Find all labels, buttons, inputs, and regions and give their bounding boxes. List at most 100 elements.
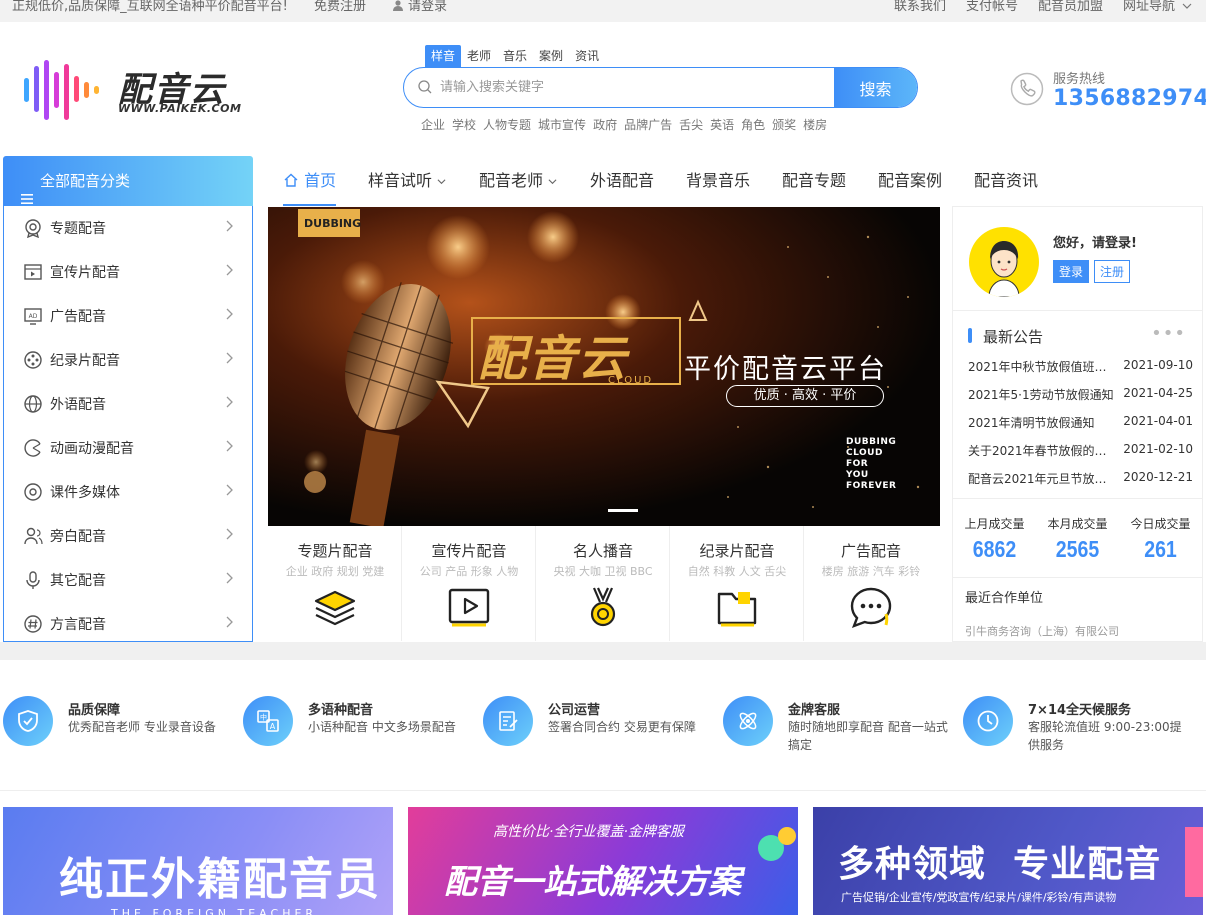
banner-brand: 配音云	[478, 331, 629, 387]
hot-keyword[interactable]: 楼房	[803, 116, 827, 133]
site-logo[interactable]: 配音云 WWW.PAIKEK.COM	[4, 60, 256, 126]
stat-today: 今日成交量 261	[1119, 515, 1202, 563]
phone-icon	[1010, 72, 1044, 106]
nav-music[interactable]: 背景音乐	[686, 156, 750, 206]
notice-item[interactable]: 2021年中秋节放假值班通知 2021-09-10	[968, 358, 1193, 375]
hot-keyword[interactable]: 城市宣传	[538, 116, 586, 133]
category-item-ad[interactable]: AD 广告配音	[4, 294, 252, 338]
nav-news[interactable]: 配音资讯	[974, 156, 1038, 206]
hot-keyword[interactable]: 学校	[452, 116, 476, 133]
category-item-documentary[interactable]: 纪录片配音	[4, 338, 252, 382]
carousel-indicator[interactable]	[608, 509, 638, 512]
more-icon[interactable]: •••	[1151, 323, 1186, 344]
feature-desc: 随时随地即享配音 配音一站式搞定	[788, 720, 948, 752]
feature-multilang: 中A 多语种配音 小语种配音 中文多场景配音	[243, 696, 473, 756]
hot-keyword[interactable]: 品牌广告	[624, 116, 672, 133]
feature-icon-bg	[483, 696, 533, 746]
hot-keyword[interactable]: 英语	[710, 116, 734, 133]
search-tab-news[interactable]: 资讯	[569, 45, 605, 67]
category-item-topic[interactable]: 专题配音	[4, 206, 252, 250]
svg-text:中: 中	[260, 713, 267, 722]
category-item-dialect[interactable]: 方言配音	[4, 602, 252, 646]
category-item-other[interactable]: 其它配音	[4, 558, 252, 602]
service-card-promo[interactable]: 宣传片配音 公司 产品 形象 人物	[402, 526, 536, 641]
notice-title: 最新公告	[983, 328, 1044, 346]
promo-title: 配音一站式解决方案	[444, 862, 741, 901]
search-tab-case[interactable]: 案例	[533, 45, 569, 67]
join-link[interactable]: 配音员加盟	[1038, 0, 1103, 14]
stat-value: 2565	[1055, 536, 1100, 562]
hot-keyword[interactable]: 人物专题	[483, 116, 531, 133]
notice-item[interactable]: 配音云2021年元旦节放假... 2020-12-21	[968, 470, 1193, 487]
hot-keyword[interactable]: 政府	[593, 116, 617, 133]
service-card-ad[interactable]: 广告配音 楼房 旅游 汽车 彩铃	[804, 526, 938, 641]
search-tab-sample[interactable]: 样音	[425, 45, 462, 67]
hero-banner[interactable]: DUBBING 配音云 CLOUD 平价配音云平台 优质 · 高效 · 平价 D…	[268, 207, 940, 526]
medal-icon	[590, 587, 616, 627]
category-label: 专题配音	[50, 221, 106, 237]
hot-keyword[interactable]: 舌尖	[679, 116, 703, 133]
svg-text:A: A	[270, 722, 276, 731]
search-button[interactable]: 搜索	[834, 68, 917, 107]
clock-icon	[977, 710, 999, 732]
nav-teachers[interactable]: 配音老师	[479, 156, 557, 206]
hotline-number: 13568829740	[1053, 86, 1206, 111]
nav-cases[interactable]: 配音案例	[878, 156, 942, 206]
promo-one-stop[interactable]: 高性价比·全行业覆盖·金牌客服 配音一站式解决方案	[408, 807, 798, 915]
chevron-down-icon	[437, 179, 446, 185]
hot-keyword[interactable]: 角色	[741, 116, 765, 133]
category-item-animation[interactable]: 动画动漫配音	[4, 426, 252, 470]
notice-item[interactable]: 2021年5·1劳动节放假通知 2021-04-25	[968, 386, 1193, 403]
category-header[interactable]: 全部配音分类	[3, 156, 253, 206]
hot-keyword[interactable]: 颁奖	[772, 116, 796, 133]
service-sub: 公司 产品 形象 人物	[419, 565, 519, 578]
contact-link[interactable]: 联系我们	[894, 0, 946, 14]
login-button[interactable]: 登录	[1053, 260, 1089, 283]
stat-this-month: 本月成交量 2565	[1036, 515, 1119, 563]
nav-home[interactable]: 首页	[283, 156, 337, 206]
register-button[interactable]: 注册	[1094, 260, 1130, 283]
feature-24h: 7×14全天候服务 客服轮流值班 9:00-23:00提供服务	[963, 696, 1193, 756]
divider	[953, 577, 1202, 578]
promo-sub: 广告促销/企业宣传/党政宣传/纪录片/课件/彩铃/有声读物	[841, 891, 1117, 904]
feature-quality: 品质保障 优秀配音老师 专业录音设备	[3, 696, 233, 756]
feature-title: 多语种配音	[308, 703, 374, 718]
promo-foreign-voice[interactable]: 纯正外籍配音员 THE FOREIGN TEACHER	[3, 807, 393, 915]
partner-item[interactable]: 引牛商务咨询（上海）有限公司	[965, 623, 1195, 639]
login-link[interactable]: 请登录	[408, 0, 447, 14]
notice-item[interactable]: 关于2021年春节放假的通知 2021-02-10	[968, 442, 1193, 459]
category-item-courseware[interactable]: 课件多媒体	[4, 470, 252, 514]
promo-title: 多种领域 专业配音	[838, 844, 1162, 885]
search-tab-teacher[interactable]: 老师	[461, 45, 497, 67]
chevron-down-icon	[1182, 1, 1192, 15]
notice-item-title: 2021年中秋节放假值班通知	[968, 360, 1116, 374]
nav-topics[interactable]: 配音专题	[782, 156, 846, 206]
payment-link[interactable]: 支付帐号	[966, 0, 1018, 14]
category-item-narration[interactable]: 旁白配音	[4, 514, 252, 558]
free-register-link[interactable]: 免费注册	[314, 0, 366, 14]
logo-url: WWW.PAIKEK.COM	[118, 102, 242, 115]
hot-keyword[interactable]: 企业	[421, 116, 445, 133]
notice-item[interactable]: 2021年清明节放假通知 2021-04-01	[968, 414, 1193, 431]
feature-icon-bg	[963, 696, 1013, 746]
hot-keywords: 企业 学校 人物专题 城市宣传 政府 品牌广告 舌尖 英语 角色 颁奖 楼房	[421, 116, 834, 133]
user-icon	[393, 0, 403, 15]
nav-foreign[interactable]: 外语配音	[590, 156, 654, 206]
chevron-right-icon	[226, 220, 233, 232]
service-card-documentary[interactable]: 纪录片配音 自然 科教 人文 舌尖	[670, 526, 804, 641]
nav-samples[interactable]: 样音试听	[368, 156, 446, 206]
feature-title: 金牌客服	[788, 703, 841, 718]
promo-multi-field[interactable]: 多种领域 专业配音 广告促销/企业宣传/党政宣传/纪录片/课件/彩铃/有声读物	[813, 807, 1203, 915]
search-input[interactable]	[440, 68, 830, 107]
partners-title: 最近合作单位	[965, 591, 1044, 606]
category-item-promo[interactable]: 宣传片配音	[4, 250, 252, 294]
service-card-celebrity[interactable]: 名人播音 央视 大咖 卫视 BBC	[536, 526, 670, 641]
stat-label: 上月成交量	[964, 517, 1025, 531]
category-label: 宣传片配音	[50, 265, 120, 281]
service-card-topic[interactable]: 专题片配音 企业 政府 规划 党建	[268, 526, 402, 641]
site-nav-link[interactable]: 网址导航	[1123, 0, 1175, 14]
side-text-line: CLOUD	[846, 448, 883, 458]
stat-last-month: 上月成交量 6862	[953, 515, 1036, 563]
search-tab-music[interactable]: 音乐	[497, 45, 533, 67]
category-item-foreign[interactable]: 外语配音	[4, 382, 252, 426]
